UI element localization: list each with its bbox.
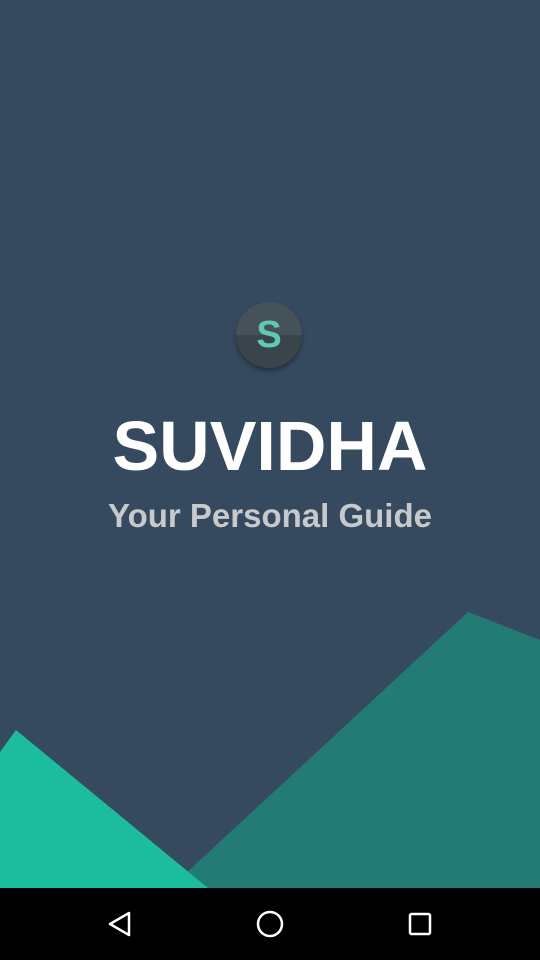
home-circle-icon — [256, 910, 284, 938]
app-logo: S — [236, 302, 302, 368]
mountain-light — [0, 730, 208, 888]
splash-screen: S SUVIDHA Your Personal Guide — [0, 0, 540, 888]
system-navigation-bar — [0, 888, 540, 960]
mountain-dark — [170, 612, 540, 888]
back-button[interactable] — [70, 888, 170, 960]
recents-button[interactable] — [370, 888, 470, 960]
app-tagline: Your Personal Guide — [108, 497, 432, 534]
app-title: SUVIDHA — [112, 407, 428, 485]
home-button[interactable] — [220, 888, 320, 960]
logo-letter: S — [256, 314, 282, 356]
recents-square-icon — [408, 912, 432, 936]
back-triangle-icon — [108, 911, 131, 937]
